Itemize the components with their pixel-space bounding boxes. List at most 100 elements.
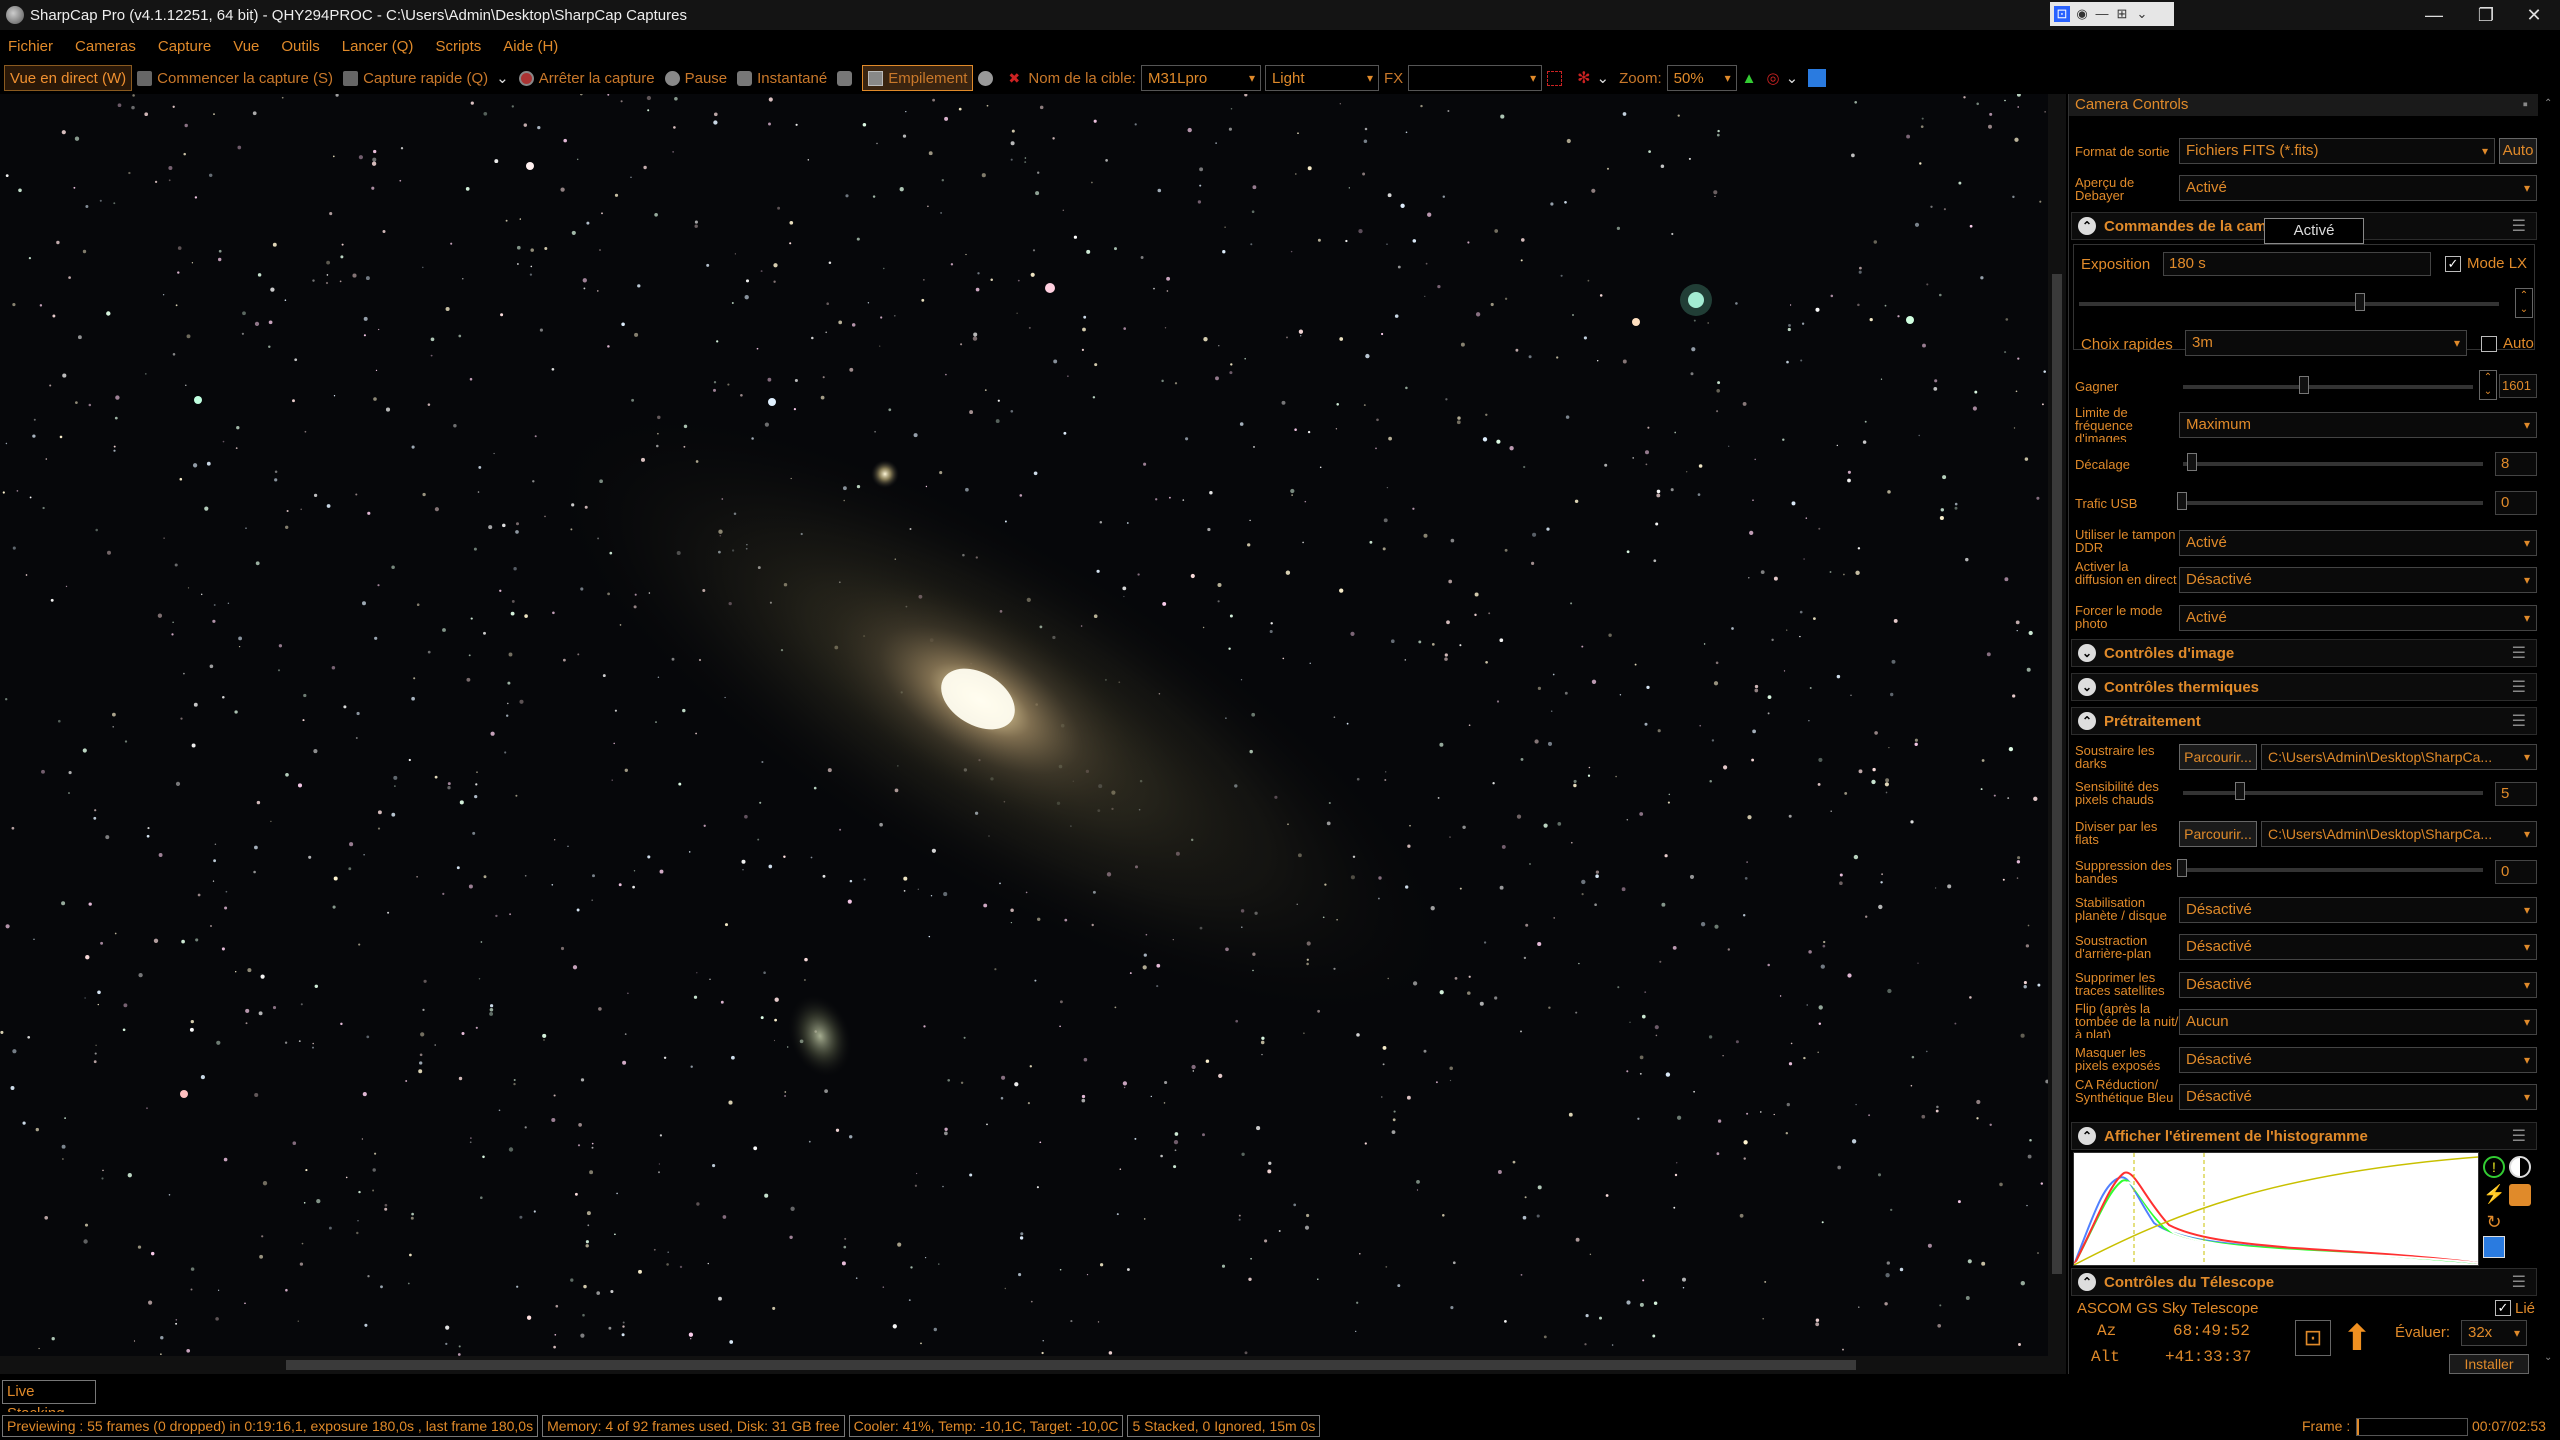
flats-path-select[interactable]: C:\Users\Admin\Desktop\SharpCa... xyxy=(2261,821,2537,847)
gain-slider[interactable] xyxy=(2183,385,2473,389)
overlay-button[interactable]: ◎ ⌄ xyxy=(1762,65,1804,91)
planet-stabilize-select[interactable]: Désactivé xyxy=(2179,897,2537,923)
bg-subtract-select[interactable]: Désactivé xyxy=(2179,934,2537,960)
thermal-controls-section[interactable]: ⌄ Contrôles thermiques ☰ xyxy=(2071,673,2537,701)
section-menu-icon[interactable]: ☰ xyxy=(2512,1126,2526,1146)
menu-launch[interactable]: Lancer (Q) xyxy=(342,38,414,55)
ca-reduction-select[interactable]: Désactivé xyxy=(2179,1084,2537,1110)
menu-view[interactable]: Vue xyxy=(233,38,259,55)
mask-pixels-select[interactable]: Désactivé xyxy=(2179,1047,2537,1073)
ext-icon-1[interactable]: ⊡ xyxy=(2054,6,2070,22)
section-menu-icon[interactable]: ☰ xyxy=(2512,1272,2526,1292)
panel-scrollbar[interactable]: ⌃ ⌄ xyxy=(2540,94,2560,1374)
crop-button[interactable] xyxy=(1542,65,1572,91)
title-extensions[interactable]: ⊡ ◉ — ⊞ ⌄ xyxy=(2050,2,2174,26)
framerate-select[interactable]: Maximum xyxy=(2179,412,2537,438)
stop-capture-button[interactable]: Arrêter la capture xyxy=(514,65,660,91)
contrast-icon[interactable] xyxy=(2509,1156,2531,1178)
install-button[interactable]: Installer xyxy=(2449,1354,2529,1374)
display-icon-button[interactable] xyxy=(832,65,862,91)
quick-capture-button[interactable]: Capture rapide (Q) ⌄ xyxy=(338,65,514,91)
histogram-section[interactable]: ⌃ Afficher l'étirement de l'histogramme ☰ xyxy=(2071,1122,2537,1150)
hot-pixels-slider[interactable] xyxy=(2183,791,2483,795)
menu-capture[interactable]: Capture xyxy=(158,38,211,55)
exposure-slider-knob[interactable] xyxy=(2355,293,2365,311)
lock-icon[interactable] xyxy=(2509,1184,2531,1206)
save-icon[interactable] xyxy=(2483,1236,2505,1258)
debayer-select[interactable]: Activé xyxy=(2179,175,2537,201)
ext-icon-2[interactable]: ◉ xyxy=(2074,6,2090,22)
output-auto-button[interactable]: Auto xyxy=(2499,138,2537,164)
darks-browse-button[interactable]: Parcourir... xyxy=(2179,744,2257,770)
menu-help[interactable]: Aide (H) xyxy=(503,38,558,55)
offset-slider[interactable] xyxy=(2183,462,2483,466)
histogram-chart[interactable] xyxy=(2073,1152,2479,1266)
offset-slider-knob[interactable] xyxy=(2187,453,2197,471)
banding-slider-knob[interactable] xyxy=(2177,859,2187,877)
hot-pixels-slider-knob[interactable] xyxy=(2235,782,2245,800)
telescope-linked-checkbox[interactable]: ✓ xyxy=(2495,1300,2511,1316)
flip-select[interactable]: Aucun xyxy=(2179,1009,2537,1035)
histogram-info-icon[interactable]: ! xyxy=(2483,1156,2505,1178)
menu-cameras[interactable]: Cameras xyxy=(75,38,136,55)
offset-input[interactable]: 8 xyxy=(2495,452,2537,476)
maximize-button[interactable]: ❐ xyxy=(2460,0,2512,30)
telescope-section[interactable]: ⌃ Contrôles du Télescope ☰ xyxy=(2071,1268,2537,1296)
rate-select[interactable]: 32x xyxy=(2461,1320,2527,1346)
gain-input[interactable]: 1601 xyxy=(2499,374,2537,398)
vertical-scroll-thumb[interactable] xyxy=(2052,274,2062,1274)
ext-grid-icon[interactable]: ⊞ xyxy=(2114,6,2130,22)
section-menu-icon[interactable]: ☰ xyxy=(2512,643,2526,663)
quick-auto-checkbox[interactable] xyxy=(2481,336,2497,352)
menu-scripts[interactable]: Scripts xyxy=(435,38,481,55)
minimize-button[interactable]: — xyxy=(2408,0,2460,30)
moon-button[interactable] xyxy=(973,65,1003,91)
fx-select[interactable] xyxy=(1408,65,1543,91)
pause-button[interactable]: Pause xyxy=(660,65,733,91)
scroll-up-icon[interactable]: ⌃ xyxy=(2544,98,2552,109)
ext-minus-icon[interactable]: — xyxy=(2094,6,2110,22)
preprocessing-section[interactable]: ⌃ Prétraitement ☰ xyxy=(2071,707,2537,735)
usb-traffic-input[interactable]: 0 xyxy=(2495,491,2537,515)
viewport-vertical-scrollbar[interactable] xyxy=(2048,94,2066,1356)
menu-file[interactable]: Fichier xyxy=(8,38,53,55)
image-viewport[interactable] xyxy=(0,94,2048,1356)
section-menu-icon[interactable]: ☰ xyxy=(2512,216,2526,236)
banding-input[interactable]: 0 xyxy=(2495,860,2537,884)
target-name-select[interactable]: M31Lpro xyxy=(1140,65,1261,91)
quick-choice-select[interactable]: 3m xyxy=(2185,330,2467,356)
frame-type-select[interactable]: Light xyxy=(1264,65,1379,91)
lightning-icon[interactable]: ⚡ xyxy=(2483,1184,2505,1206)
snapshot-button[interactable]: Instantané xyxy=(732,65,832,91)
gain-slider-knob[interactable] xyxy=(2299,376,2309,394)
zoom-select[interactable]: 50% xyxy=(1666,65,1737,91)
live-stream-select[interactable]: Désactivé xyxy=(2179,567,2537,593)
menu-tools[interactable]: Outils xyxy=(281,38,319,55)
guide-button[interactable] xyxy=(1803,65,1836,91)
ddr-buffer-select[interactable]: Activé xyxy=(2179,530,2537,556)
reticle-button[interactable]: ✻ ⌄ xyxy=(1572,65,1614,91)
section-menu-icon[interactable]: ☰ xyxy=(2512,711,2526,731)
image-controls-section[interactable]: ⌄ Contrôles d'image ☰ xyxy=(2071,639,2537,667)
chevron-down-icon[interactable]: ⌄ xyxy=(1597,69,1610,87)
exposure-input[interactable]: 180 s xyxy=(2163,252,2431,276)
pin-icon[interactable]: ▪ xyxy=(2523,94,2528,116)
reset-icon[interactable]: ↻ xyxy=(2483,1212,2505,1234)
usb-traffic-slider-knob[interactable] xyxy=(2177,492,2187,510)
gain-stepper[interactable]: ⌃ ⌄ xyxy=(2479,370,2497,400)
viewport-horizontal-scrollbar[interactable] xyxy=(0,1356,2066,1374)
photo-mode-select[interactable]: Activé xyxy=(2179,605,2537,631)
darks-path-select[interactable]: C:\Users\Admin\Desktop\SharpCa... xyxy=(2261,744,2537,770)
arrow-up-icon[interactable]: ⬆ xyxy=(2337,1318,2377,1358)
stacking-button[interactable]: Empilement xyxy=(862,65,974,91)
horizontal-scroll-thumb[interactable] xyxy=(286,1360,1856,1370)
lx-mode-checkbox[interactable]: ✓ xyxy=(2445,256,2461,272)
chevron-down-icon[interactable]: ⌄ xyxy=(1786,69,1799,87)
chevron-down-icon[interactable]: ⌄ xyxy=(496,69,509,87)
banding-slider[interactable] xyxy=(2183,868,2483,872)
exposure-slider[interactable] xyxy=(2079,302,2499,306)
histogram-toggle-button[interactable]: ▲ xyxy=(1737,65,1762,91)
live-view-button[interactable]: Vue en direct (W) xyxy=(4,65,133,91)
close-button[interactable]: ✕ xyxy=(2508,0,2560,30)
exposure-stepper[interactable]: ⌃ ⌄ xyxy=(2515,288,2533,318)
